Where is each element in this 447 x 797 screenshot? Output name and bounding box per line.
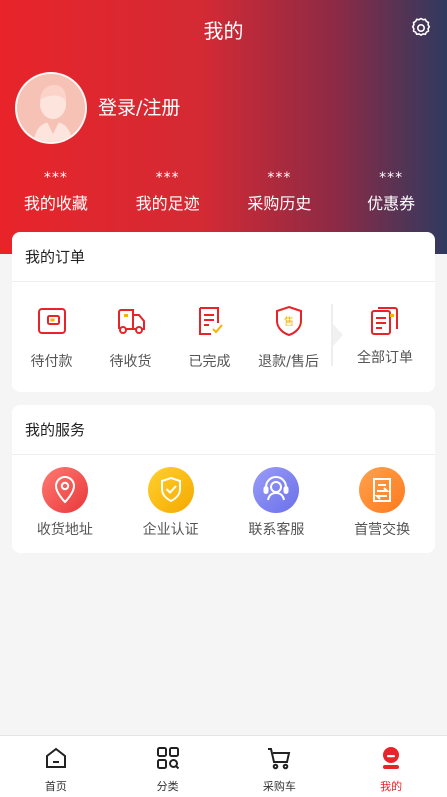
stat-coupons[interactable]: *** 优惠券	[335, 170, 447, 216]
service-first-business-exchange[interactable]: 首营交换	[329, 455, 435, 551]
order-pending-receipt[interactable]: 待收货	[91, 282, 170, 392]
tab-home[interactable]: 首页	[0, 736, 112, 797]
stat-label: 我的足迹	[135, 194, 200, 213]
truck-icon	[117, 309, 145, 334]
svg-text:售: 售	[284, 315, 294, 328]
profile-icon	[383, 747, 400, 769]
stat-label: 采购历史	[247, 194, 312, 213]
stat-value: ***	[267, 170, 292, 186]
headset-icon	[263, 476, 289, 501]
orders-card: 我的订单 待付款 待收货 已完成 售 退款/售后 全部订单	[12, 232, 435, 392]
order-completed[interactable]: 已完成	[170, 282, 249, 392]
service-icon-circle	[41, 467, 88, 513]
checked-document-icon	[198, 307, 223, 335]
service-icon-circle	[253, 467, 300, 513]
stat-footprints[interactable]: *** 我的足迹	[112, 170, 224, 216]
service-label: 首营交换	[354, 522, 411, 538]
category-grid-icon	[156, 747, 179, 770]
cart-icon	[268, 748, 291, 770]
service-label: 企业认证	[142, 522, 199, 538]
login-register-link[interactable]: 登录/注册	[98, 96, 180, 120]
order-label: 全部订单	[357, 350, 413, 366]
service-enterprise-certification[interactable]: 企业认证	[118, 455, 224, 551]
tab-label: 首页	[44, 780, 67, 793]
order-status-row: 待付款 待收货 已完成 售 退款/售后 全部订单	[12, 282, 435, 392]
service-contact-support[interactable]: 联系客服	[224, 455, 330, 551]
stat-label: 优惠券	[367, 194, 416, 213]
stats-row: *** 我的收藏 *** 我的足迹 *** 采购历史 *** 优惠券	[0, 170, 447, 216]
tab-label: 分类	[156, 780, 179, 793]
stat-favorites[interactable]: *** 我的收藏	[0, 170, 112, 216]
service-label: 联系客服	[248, 522, 305, 538]
orders-title: 我的订单	[12, 232, 435, 282]
avatar[interactable]	[15, 72, 87, 144]
order-refund-after-sales[interactable]: 售 退款/售后	[249, 282, 328, 392]
tab-profile[interactable]: 我的	[335, 736, 447, 797]
home-icon	[45, 747, 66, 768]
location-pin-icon	[54, 476, 75, 504]
stat-value: ***	[155, 170, 180, 186]
all-orders-button[interactable]: 全部订单	[335, 282, 435, 368]
order-label: 退款/售后	[258, 354, 319, 370]
bottom-tab-bar: 首页 分类 采购车 我的	[0, 735, 447, 797]
order-pending-payment[interactable]: 待付款	[12, 282, 91, 392]
services-card: 我的服务 收货地址 企业认证 联系客服 首营交换	[12, 405, 435, 553]
wallet-icon	[37, 308, 66, 334]
tab-category[interactable]: 分类	[112, 736, 224, 797]
settings-gear-icon[interactable]	[409, 16, 433, 40]
service-label: 收货地址	[36, 522, 93, 538]
order-label: 待付款	[30, 354, 73, 370]
service-shipping-address[interactable]: 收货地址	[12, 455, 118, 551]
after-sales-shield-icon: 售	[275, 305, 302, 337]
tab-label: 采购车	[262, 780, 296, 793]
stat-purchase-history[interactable]: *** 采购历史	[224, 170, 336, 216]
services-title: 我的服务	[12, 405, 435, 455]
shield-check-icon	[160, 476, 181, 503]
stat-label: 我的收藏	[23, 194, 88, 213]
stat-value: ***	[379, 170, 404, 186]
documents-icon	[371, 307, 398, 335]
tab-label: 我的	[380, 780, 403, 793]
service-icon-circle	[359, 467, 406, 513]
order-label: 已完成	[188, 354, 231, 370]
page-title: 我的	[203, 19, 244, 43]
services-row: 收货地址 企业认证 联系客服 首营交换	[12, 455, 435, 551]
order-label: 待收货	[109, 354, 152, 370]
service-icon-circle	[147, 467, 194, 513]
stat-value: ***	[43, 170, 68, 186]
exchange-document-icon	[373, 478, 392, 502]
tab-cart[interactable]: 采购车	[224, 736, 336, 797]
